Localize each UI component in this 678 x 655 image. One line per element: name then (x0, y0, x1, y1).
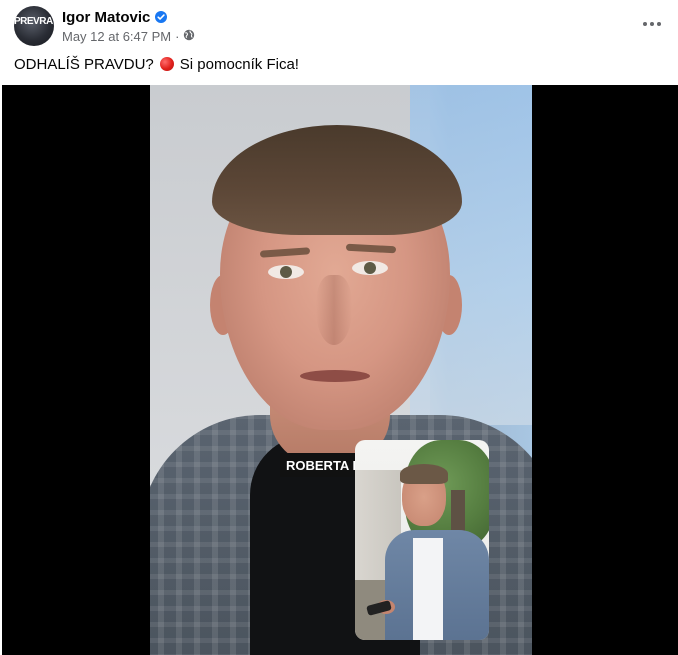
post-options-button[interactable] (636, 10, 668, 38)
avatar[interactable]: PREVRAT (14, 6, 54, 46)
mouth (300, 370, 370, 382)
pip-shirt (413, 538, 443, 640)
picture-in-picture-video[interactable] (355, 440, 489, 640)
feed-post: PREVRAT Igor Matovic May 12 at 6:47 PM · (0, 0, 678, 655)
avatar-logo-text: PREVRAT (14, 16, 54, 27)
video-frame: ROBERTA I (150, 85, 532, 655)
eye-left (268, 265, 304, 279)
caption-text-before: ODHALÍŠ PRAVDU? (14, 55, 154, 73)
more-dot (643, 22, 647, 26)
red-circle-emoji-icon (159, 57, 174, 71)
video-player[interactable]: ROBERTA I (2, 85, 678, 655)
globe-icon[interactable] (183, 29, 195, 44)
caption-text-after: Si pomocník Fica! (179, 55, 299, 73)
meta-separator: · (175, 28, 180, 44)
author-name[interactable]: Igor Matovic (62, 9, 150, 26)
post-header: PREVRAT Igor Matovic May 12 at 6:47 PM · (0, 0, 678, 50)
pip-hair (400, 464, 448, 484)
more-dot (650, 22, 654, 26)
nose (316, 275, 352, 345)
post-timestamp[interactable]: May 12 at 6:47 PM (62, 29, 171, 44)
verified-badge-icon (155, 11, 168, 23)
post-caption: ODHALÍŠ PRAVDU? Si pomocník Fica! (14, 54, 299, 74)
more-dot (657, 22, 661, 26)
eye-right (352, 261, 388, 275)
author-row: Igor Matovic (62, 8, 168, 26)
post-meta: May 12 at 6:47 PM · (62, 28, 195, 44)
video-caption-overlay: ROBERTA I (280, 453, 363, 477)
